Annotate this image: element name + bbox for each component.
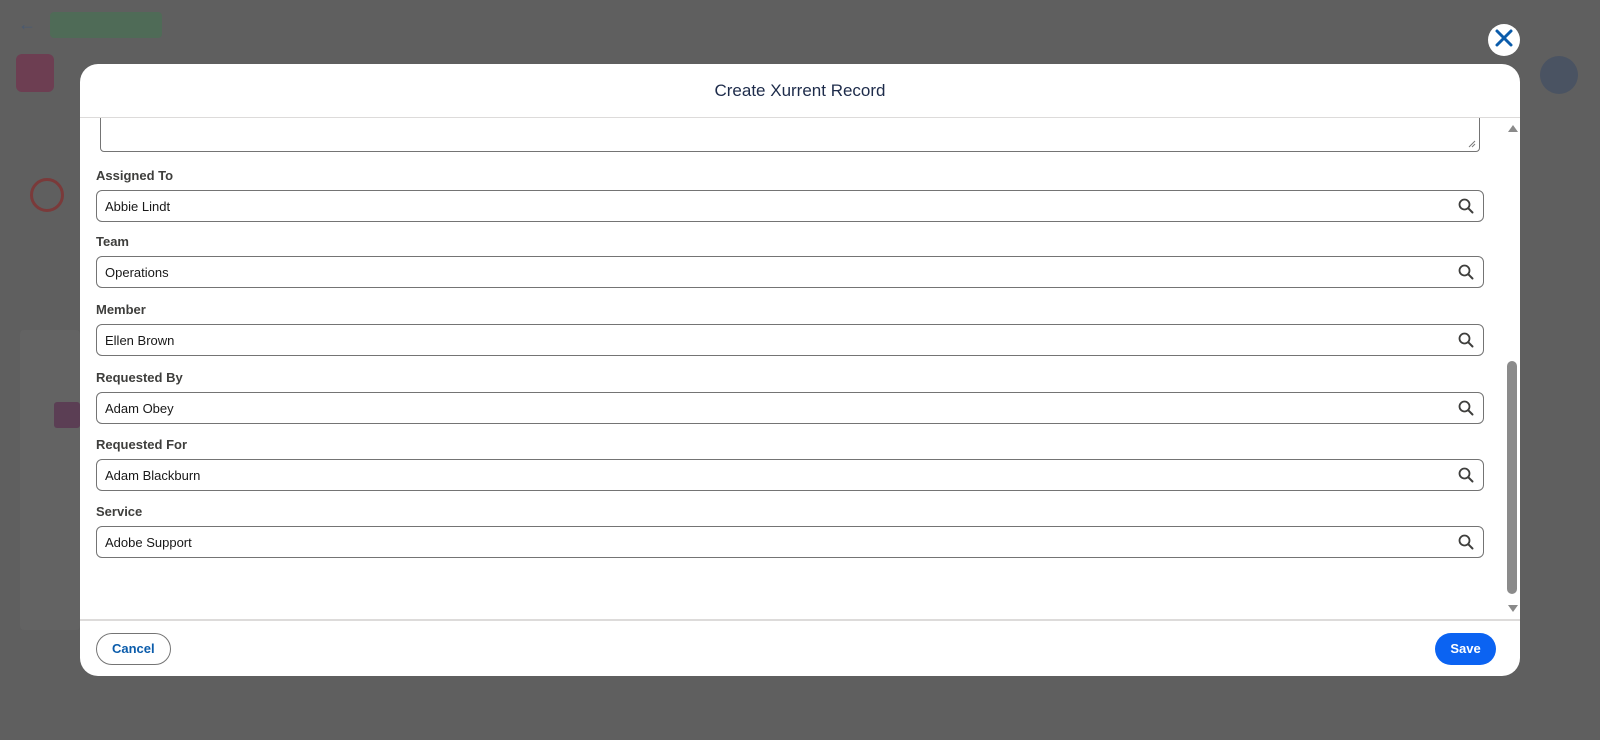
modal-header: Create Xurrent Record: [80, 64, 1520, 118]
service-lookup[interactable]: Adobe Support: [96, 526, 1484, 558]
field-value: Adobe Support: [105, 534, 192, 550]
modal-title: Create Xurrent Record: [714, 80, 886, 100]
scroll-thumb[interactable]: [1507, 361, 1517, 594]
background-record-icon: [30, 178, 64, 212]
save-button[interactable]: Save: [1435, 633, 1496, 665]
search-icon[interactable]: [1457, 399, 1475, 417]
field-label: Member: [96, 302, 146, 317]
field-requested-for: Requested For Adam Blackburn: [96, 435, 1484, 491]
search-icon[interactable]: [1457, 331, 1475, 349]
background-back-icon: ←: [18, 14, 36, 34]
field-label: Requested By: [96, 370, 183, 385]
create-record-modal: Create Xurrent Record Assigned To Abbie …: [80, 64, 1520, 676]
member-lookup[interactable]: Ellen Brown: [96, 324, 1484, 356]
requested-for-lookup[interactable]: Adam Blackburn: [96, 459, 1484, 491]
field-value: Abbie Lindt: [105, 198, 171, 214]
background-topbar: ←: [0, 0, 1600, 48]
field-label: Service: [96, 504, 143, 519]
search-icon[interactable]: [1457, 533, 1475, 551]
team-lookup[interactable]: Operations: [96, 256, 1484, 288]
field-value: Operations: [105, 264, 169, 280]
description-textarea[interactable]: [100, 118, 1480, 152]
background-card: [20, 330, 80, 630]
field-value: Adam Blackburn: [105, 467, 201, 483]
background-avatar: [1540, 56, 1578, 94]
modal-scrollbar[interactable]: [1504, 118, 1520, 619]
field-assigned-to: Assigned To Abbie Lindt: [96, 166, 1484, 222]
field-requested-by: Requested By Adam Obey: [96, 368, 1484, 424]
search-icon[interactable]: [1457, 197, 1475, 215]
assigned-to-lookup[interactable]: Abbie Lindt: [96, 190, 1484, 222]
field-label: Team: [96, 234, 129, 249]
field-value: Ellen Brown: [105, 332, 175, 348]
field-member: Member Ellen Brown: [96, 300, 1484, 356]
modal-body[interactable]: Assigned To Abbie Lindt Team Operations …: [80, 118, 1520, 619]
background-status-pill: [50, 12, 162, 38]
scroll-down-arrow-icon[interactable]: [1508, 605, 1518, 612]
resize-grip-icon[interactable]: [1468, 140, 1476, 148]
modal-footer: Cancel Save: [80, 619, 1520, 676]
cancel-button[interactable]: Cancel: [96, 633, 171, 665]
search-icon[interactable]: [1457, 466, 1475, 484]
background-tile: [54, 402, 80, 428]
field-label: Requested For: [96, 437, 188, 452]
field-team: Team Operations: [96, 232, 1484, 288]
field-label: Assigned To: [96, 168, 174, 183]
requested-by-lookup[interactable]: Adam Obey: [96, 392, 1484, 424]
close-icon: [1493, 27, 1515, 54]
close-modal-button[interactable]: [1488, 24, 1520, 56]
search-icon[interactable]: [1457, 263, 1475, 281]
background-app-logo: [16, 54, 54, 92]
field-value: Adam Obey: [105, 400, 174, 416]
field-service: Service Adobe Support: [96, 502, 1484, 558]
scroll-up-arrow-icon[interactable]: [1508, 125, 1518, 132]
